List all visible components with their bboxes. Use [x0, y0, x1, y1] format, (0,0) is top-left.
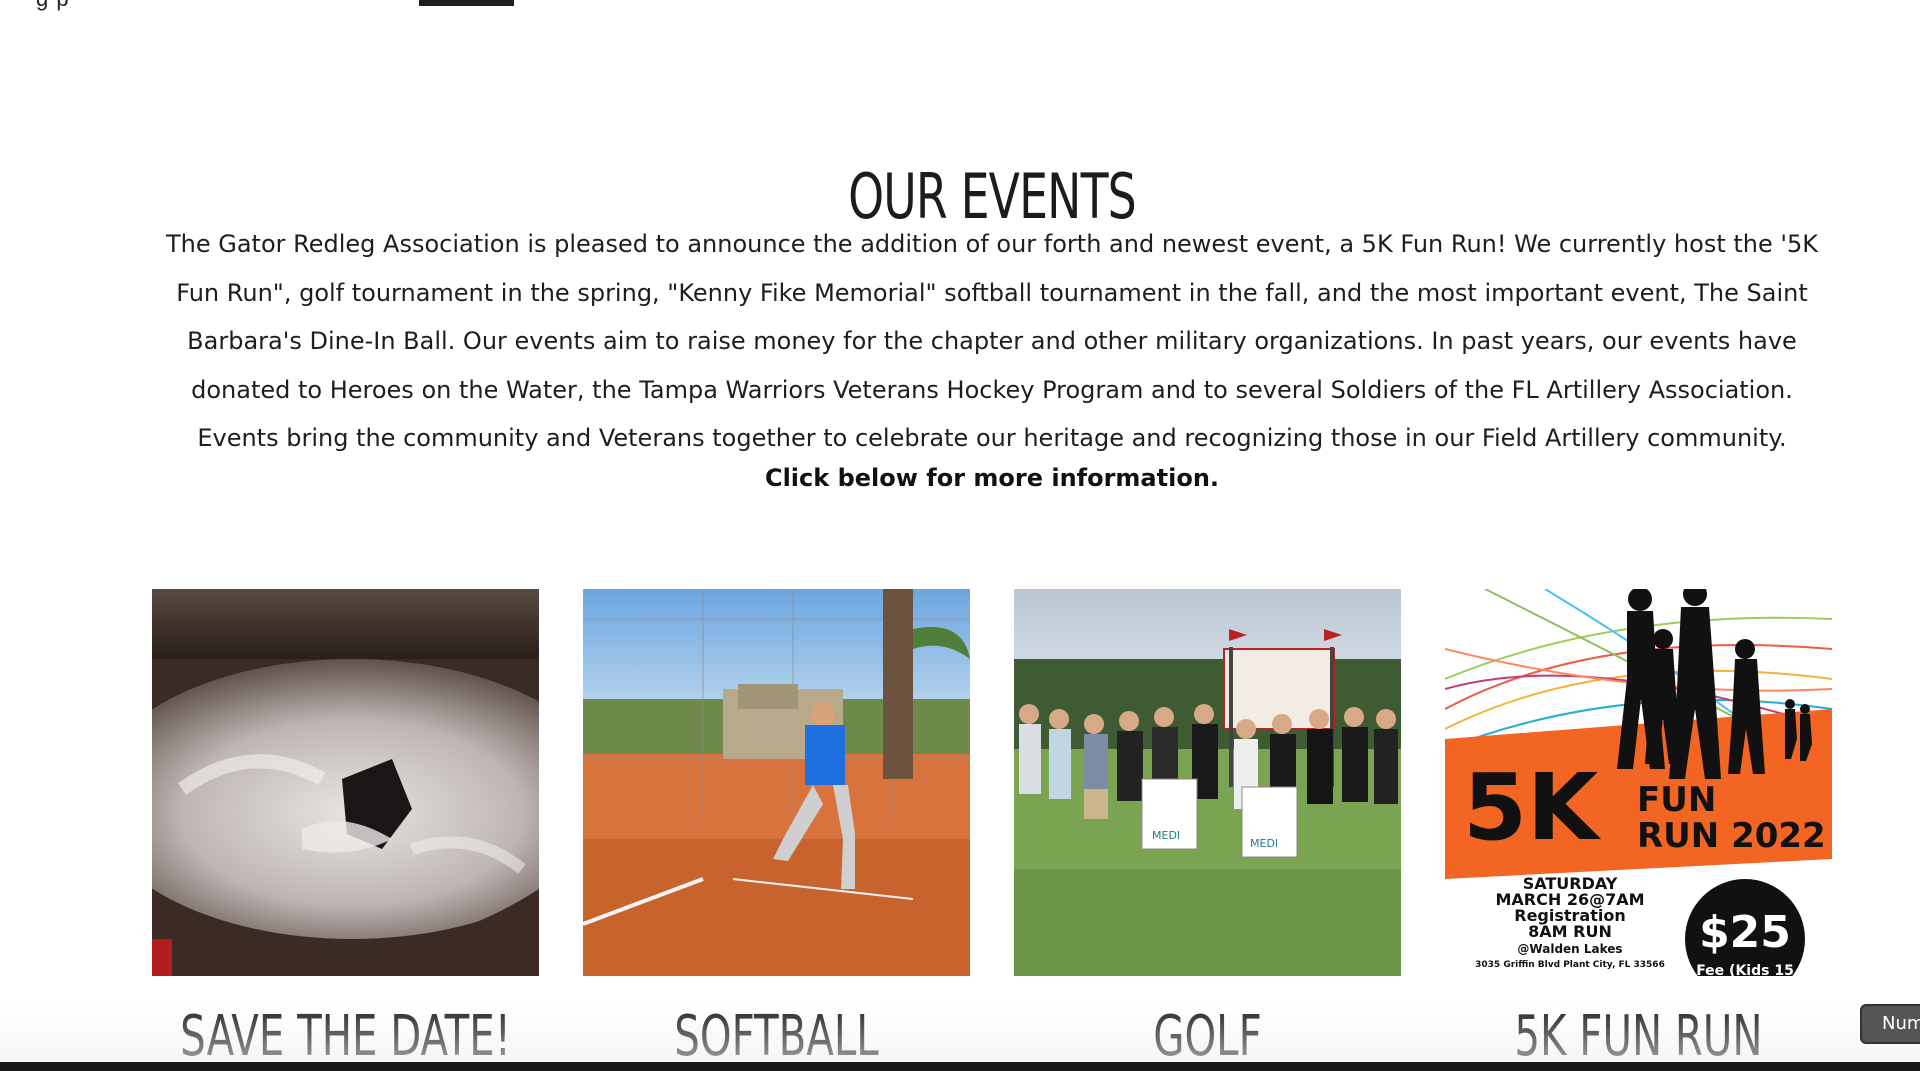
flyer-price: $25	[1699, 907, 1791, 958]
nav-text-fragment[interactable]: g p	[36, 0, 70, 12]
event-card-title[interactable]: SOFTBALL	[590, 1004, 964, 1069]
event-card-title[interactable]: GOLF	[1021, 1004, 1395, 1069]
num-lock-indicator: Num	[1860, 1004, 1920, 1044]
flyer-address: 3035 Griffin Blvd Plant City, FL 33566	[1475, 960, 1665, 970]
event-card-golf[interactable]: MEDI MEDI GOLF	[1014, 589, 1401, 1069]
flyer-5k-headline: 5K	[1463, 754, 1602, 861]
event-card-save-the-date[interactable]: SAVE THE DATE!	[152, 589, 539, 1069]
softball-pitcher-photo[interactable]	[583, 589, 970, 976]
golf-sign-sponsor-2: MEDI	[1250, 837, 1278, 850]
smoking-bowl-photo[interactable]	[152, 589, 539, 976]
flyer-date-line4: 8AM RUN	[1528, 922, 1612, 941]
golf-group-photo[interactable]: MEDI MEDI	[1014, 589, 1401, 976]
golf-sign-sponsor: MEDI	[1152, 829, 1180, 842]
events-intro-paragraph: The Gator Redleg Association is pleased …	[165, 230, 1818, 452]
bottom-window-bar	[0, 1062, 1920, 1071]
event-card-5k-fun-run[interactable]: 5K FUN RUN 2022 SATURDAY MARCH 26@7AM Re…	[1445, 589, 1832, 1069]
more-info-callout: Click below for more information.	[764, 464, 1220, 492]
event-card-title[interactable]: SAVE THE DATE!	[159, 1004, 533, 1069]
event-card-softball[interactable]: SOFTBALL	[583, 589, 970, 1069]
flyer-location: @Walden Lakes	[1517, 942, 1622, 956]
flyer-price-note: Fee (Kids 15	[1696, 963, 1794, 976]
top-navigation: g p	[0, 0, 1920, 11]
event-card-title[interactable]: 5K FUN RUN	[1452, 1004, 1826, 1069]
nav-active-underline	[419, 0, 514, 6]
flyer-run-text: RUN 2022	[1637, 816, 1826, 856]
flyer-fun-text: FUN	[1637, 780, 1716, 820]
5k-fun-run-flyer[interactable]: 5K FUN RUN 2022 SATURDAY MARCH 26@7AM Re…	[1445, 589, 1832, 976]
page: g p OUR EVENTS The Gator Redleg Associat…	[0, 0, 1920, 1071]
